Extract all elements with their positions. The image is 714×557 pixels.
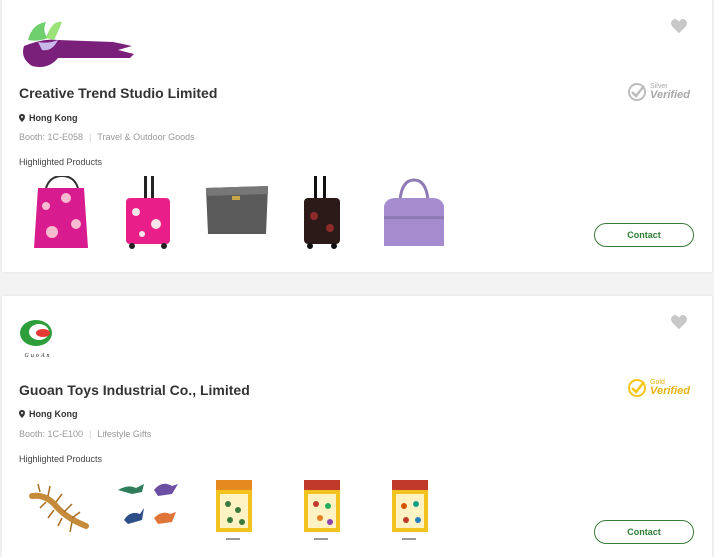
exhibitor-location: Hong Kong xyxy=(19,113,78,123)
company-logo xyxy=(23,21,134,67)
badge-label: Verified xyxy=(650,385,690,397)
company-logo: GuoAn xyxy=(18,318,58,359)
product-image-dark-floral-trolley-case[interactable] xyxy=(290,176,360,252)
product-image-dinosaur-figures-set[interactable] xyxy=(114,474,184,550)
favorite-heart-icon[interactable] xyxy=(670,314,688,330)
verified-check-icon xyxy=(628,83,647,101)
product-image-carded-dinosaur-toys-3[interactable] xyxy=(378,474,448,550)
product-image-carded-dinosaur-toys-1[interactable] xyxy=(202,474,272,550)
highlighted-products-label: Highlighted Products xyxy=(19,157,103,167)
logo-text: GuoAn xyxy=(24,353,52,359)
product-image-grey-leather-laptop-case[interactable] xyxy=(202,176,272,252)
booth-number: Booth: 1C-E100 xyxy=(19,429,84,439)
product-gallery xyxy=(26,176,466,252)
divider: | xyxy=(89,429,92,439)
booth-category: Booth: 1C-E100 | Lifestyle Gifts xyxy=(19,429,151,439)
divider: | xyxy=(89,132,92,142)
favorite-heart-icon[interactable] xyxy=(670,18,688,34)
location-text: Hong Kong xyxy=(29,409,78,419)
exhibitor-card: GuoAn Gold Verified Guoan Toys Industria… xyxy=(2,296,712,557)
product-image-purple-duffel-bag[interactable] xyxy=(378,176,448,252)
category: Travel & Outdoor Goods xyxy=(97,132,195,142)
product-image-pink-floral-tote-bag[interactable] xyxy=(26,176,96,252)
booth-number: Booth: 1C-E058 xyxy=(19,132,84,142)
product-image-centipede-toy[interactable] xyxy=(26,474,96,550)
contact-button[interactable]: Contact xyxy=(594,223,694,247)
product-image-carded-dinosaur-toys-2[interactable] xyxy=(290,474,360,550)
contact-button[interactable]: Contact xyxy=(594,520,694,544)
verified-check-icon xyxy=(628,379,647,397)
product-gallery xyxy=(26,474,466,550)
exhibitor-location: Hong Kong xyxy=(19,409,78,419)
exhibitor-name[interactable]: Guoan Toys Industrial Co., Limited xyxy=(19,382,250,398)
highlighted-products-label: Highlighted Products xyxy=(19,454,103,464)
exhibitor-card: Silver Verified Creative Trend Studio Li… xyxy=(2,0,712,272)
booth-category: Booth: 1C-E058 | Travel & Outdoor Goods xyxy=(19,132,195,142)
location-pin-icon xyxy=(19,114,25,122)
location-text: Hong Kong xyxy=(29,113,78,123)
badge-label: Verified xyxy=(650,89,690,101)
category: Lifestyle Gifts xyxy=(97,429,152,439)
location-pin-icon xyxy=(19,410,25,418)
gold-verified-badge: Gold Verified xyxy=(627,378,690,398)
silver-verified-badge: Silver Verified xyxy=(627,82,690,102)
exhibitor-name[interactable]: Creative Trend Studio Limited xyxy=(19,85,217,101)
product-image-pink-floral-rolling-bag[interactable] xyxy=(114,176,184,252)
